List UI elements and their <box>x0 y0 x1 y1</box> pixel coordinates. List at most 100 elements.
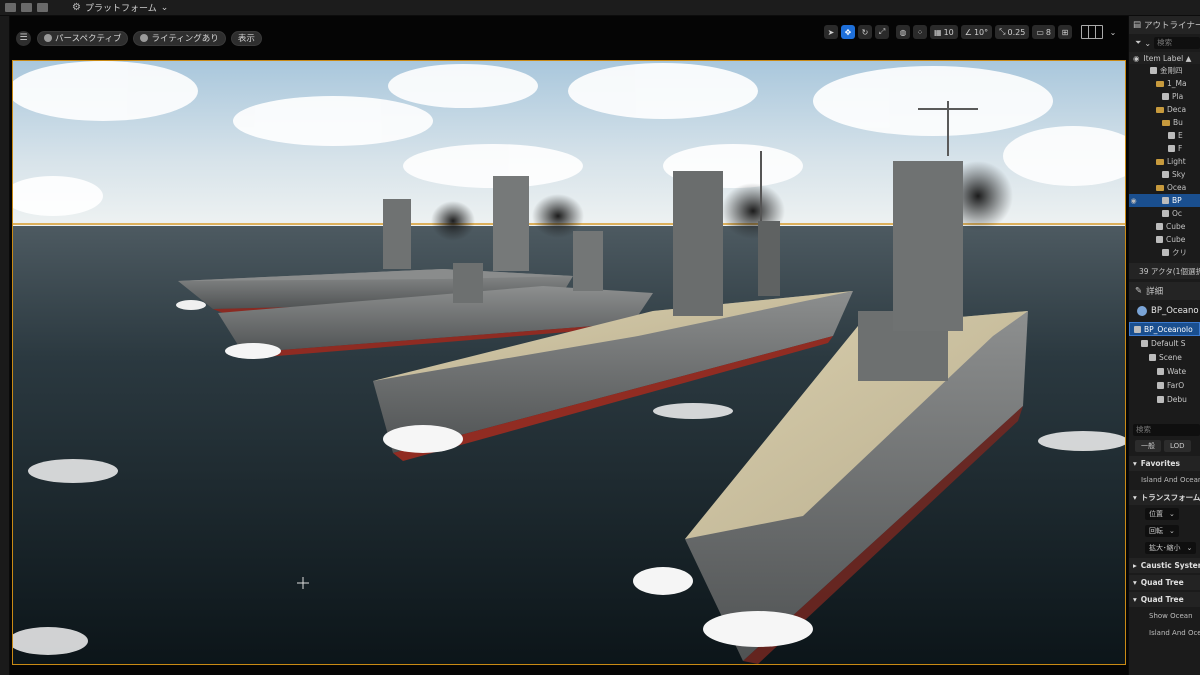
outliner-column-header[interactable]: ◉ Item Label ▲ <box>1129 52 1200 64</box>
quadtree-sub-label: Quad Tree <box>1140 595 1184 604</box>
outliner-row[interactable]: F <box>1129 142 1200 155</box>
outliner-row[interactable]: Cube <box>1129 233 1200 246</box>
surface-snap-icon[interactable]: ⁘ <box>913 25 928 39</box>
select-arrow-icon[interactable]: ➤ <box>824 25 839 39</box>
component-row[interactable]: Scene <box>1129 350 1200 364</box>
component-row[interactable]: FarO <box>1129 378 1200 392</box>
component-icon <box>1157 367 1164 375</box>
component-row[interactable]: Debu <box>1129 392 1200 406</box>
scale-icon[interactable]: ⤢ <box>875 25 890 39</box>
tab-lod[interactable]: LOD <box>1164 440 1191 452</box>
island-ocean-row[interactable]: Island And Ocean <box>1129 624 1200 641</box>
outliner-row-label: F <box>1178 144 1183 153</box>
angle-snap-button[interactable]: ∠ 10° <box>960 25 993 39</box>
favorites-section[interactable]: ▾ Favorites <box>1129 456 1200 471</box>
eject-icon[interactable] <box>37 3 48 12</box>
favorites-label: Favorites <box>1140 459 1180 468</box>
perspective-button[interactable]: パースペクティブ <box>37 30 129 46</box>
folder-icon <box>1162 119 1170 126</box>
actor-name-label: BP_Oceano <box>1151 306 1199 316</box>
angle-icon: ∠ <box>964 27 972 37</box>
component-row[interactable]: Wate <box>1129 364 1200 378</box>
details-search-input[interactable]: 検索 <box>1133 424 1200 436</box>
outliner-row[interactable]: Sky <box>1129 168 1200 181</box>
layout-icon[interactable] <box>1081 25 1103 39</box>
globe-icon[interactable]: ◍ <box>896 25 911 39</box>
scale-snap-value: 0.25 <box>1007 27 1026 37</box>
level-viewport[interactable]: ☰ パースペクティブ ライティングあり 表示 ➤ ✥ ↻ ⤢ ◍ ⁘ ▦ 10 … <box>10 16 1128 675</box>
platform-menu[interactable]: ⚙ プラットフォーム ⌄ <box>72 1 168 14</box>
quadtree-section[interactable]: ▾ Quad Tree <box>1129 575 1200 590</box>
details-header: ✎ 詳細 <box>1129 282 1200 300</box>
move-icon[interactable]: ✥ <box>841 25 856 39</box>
camera-icon: ▭ <box>1036 27 1044 37</box>
favorites-item: Island And Ocean <box>1141 475 1200 484</box>
menu-icon[interactable]: ☰ <box>16 30 31 46</box>
quadtree-subsection[interactable]: ▾ Quad Tree <box>1129 592 1200 607</box>
camera-speed-button[interactable]: ▭ 8 <box>1032 25 1055 39</box>
scale-snap-button[interactable]: ⤡ 0.25 <box>995 25 1030 39</box>
outliner-row-label: Light <box>1167 157 1186 166</box>
actor-icon <box>1156 236 1163 243</box>
eye-icon[interactable]: ◉ <box>1129 197 1138 205</box>
component-row[interactable]: Default S <box>1129 336 1200 350</box>
component-icon <box>1141 339 1148 347</box>
component-label: Wate <box>1167 366 1187 376</box>
transform-tools: ➤ ✥ ↻ ⤢ ◍ ⁘ ▦ 10 ∠ 10° ⤡ 0.25 ▭ 8 ⊞ ⌄ <box>824 25 1120 39</box>
outliner-row[interactable]: Ocea <box>1129 181 1200 194</box>
selected-actor-name[interactable]: BP_Oceano <box>1129 300 1200 322</box>
outliner-row[interactable]: ◉ BP <box>1129 194 1200 207</box>
battleship-scene-image <box>13 61 1125 664</box>
outliner-row[interactable]: Light <box>1129 155 1200 168</box>
outliner-row-label: 1_Ma <box>1167 79 1187 88</box>
scene-render[interactable] <box>12 60 1126 665</box>
outliner-row[interactable]: クリ <box>1129 246 1200 259</box>
outliner-row[interactable]: 1_Ma <box>1129 77 1200 90</box>
component-label: Default S <box>1151 338 1186 348</box>
grid-snap-button[interactable]: ▦ 10 <box>930 25 958 39</box>
component-label: BP_Oceanolo <box>1144 324 1193 334</box>
actor-icon <box>1162 197 1169 204</box>
actor-icon <box>1150 67 1157 74</box>
show-button[interactable]: 表示 <box>230 30 262 46</box>
component-icon <box>1149 353 1156 361</box>
outliner-row[interactable]: 金剛四 <box>1129 64 1200 77</box>
platform-label: プラットフォーム <box>84 4 157 14</box>
outliner-row[interactable]: Cube <box>1129 220 1200 233</box>
outliner-search-input[interactable]: 検索 <box>1154 37 1200 49</box>
lit-sphere-icon <box>140 34 149 42</box>
actor-icon <box>1168 132 1175 139</box>
filter-icon[interactable]: ⏷ <box>1135 38 1141 48</box>
outliner-row[interactable]: Deca <box>1129 103 1200 116</box>
tab-general[interactable]: 一般 <box>1135 440 1161 452</box>
details-tabs: 一般 LOD <box>1129 438 1200 454</box>
outliner-row[interactable]: Oc <box>1129 207 1200 220</box>
maximize-icon[interactable]: ⊞ <box>1058 25 1072 39</box>
perspective-label: パースペクティブ <box>55 34 122 44</box>
content-icon[interactable] <box>21 3 32 12</box>
caustic-section[interactable]: ▸ Caustic System <box>1129 558 1200 573</box>
location-row[interactable]: 位置 ⌄ <box>1129 505 1200 522</box>
rotation-row[interactable]: 回転 ⌄ <box>1129 522 1200 539</box>
chevron-down-icon[interactable]: ⌄ <box>1144 39 1151 48</box>
show-ocean-row[interactable]: Show Ocean <box>1129 607 1200 624</box>
outliner-row-label: Deca <box>1167 105 1187 114</box>
eye-icon: ◉ <box>1133 53 1140 63</box>
outliner-row[interactable]: Bu <box>1129 116 1200 129</box>
outliner-row-label: Pla <box>1172 92 1184 101</box>
actor-icon <box>1162 171 1169 178</box>
main-toolbar: ⚙ プラットフォーム ⌄ <box>0 0 1200 16</box>
lighting-button[interactable]: ライティングあり <box>133 30 226 46</box>
chevron-down-icon[interactable]: ⌄ <box>1106 25 1120 39</box>
component-row[interactable]: BP_Oceanolo <box>1129 322 1200 336</box>
outliner-row[interactable]: E <box>1129 129 1200 142</box>
folder-icon <box>1156 106 1164 113</box>
chevron-down-icon: ⌄ <box>1169 509 1175 518</box>
rotate-icon[interactable]: ↻ <box>858 25 873 39</box>
chevron-down-icon: ⌄ <box>160 2 169 13</box>
location-label: 位置 <box>1149 509 1163 518</box>
save-icon[interactable] <box>5 3 16 12</box>
scale-row[interactable]: 拡大･縮小 ⌄ <box>1129 539 1200 556</box>
transform-section[interactable]: ▾ トランスフォーム <box>1129 490 1200 505</box>
outliner-row[interactable]: Pla <box>1129 90 1200 103</box>
